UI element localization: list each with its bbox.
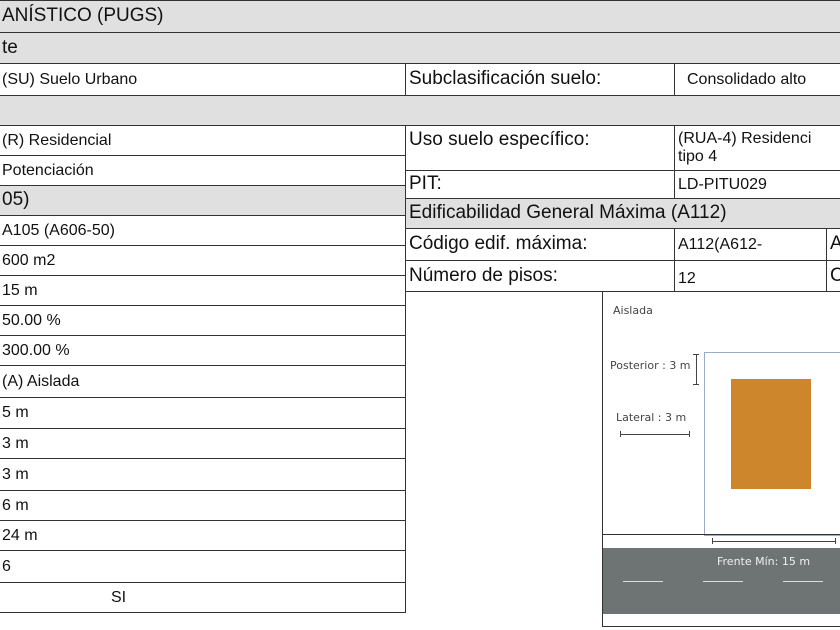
parameter-value: 3 m	[0, 458, 406, 491]
frente-dimension-icon	[712, 538, 836, 544]
lateral-label: Lateral : 3 m	[616, 411, 687, 424]
uso-especifico-value: (RUA-4) Residenci	[678, 130, 812, 148]
pisos-label: Número de pisos:	[405, 260, 675, 292]
parameter-value: 5 m	[0, 397, 406, 429]
parameter-value: 15 m	[0, 275, 406, 306]
lateral-dimension-icon	[620, 431, 690, 437]
parameter-value: (A) Aislada	[0, 365, 406, 398]
subclasificacion-value: Consolidado alto	[674, 63, 840, 96]
parameter-value: 3 m	[0, 428, 406, 459]
parameter-value: A105 (A606-50)	[0, 215, 406, 246]
pit-label: PIT:	[405, 170, 675, 199]
uso-especifico-value-2: tipo 4	[678, 148, 718, 165]
road: Frente Mín: 15 m	[603, 548, 840, 614]
parameter-value: 24 m	[0, 520, 406, 551]
uso-general: (R) Residencial	[0, 125, 406, 156]
road-marking	[623, 581, 663, 582]
subsection-title: te	[0, 32, 840, 64]
clasificacion-value: (SU) Suelo Urbano	[0, 63, 406, 96]
forma-header: 05)	[0, 185, 406, 216]
building-footprint	[731, 379, 811, 489]
subclasificacion-label: Subclasificación suelo:	[405, 63, 675, 96]
pisos-extra: C	[826, 260, 840, 292]
codigo-label: Código edif. máxima:	[405, 228, 675, 261]
tratamiento: Potenciación	[0, 155, 406, 186]
parameter-value: 600 m2	[0, 245, 406, 276]
gray-separator	[0, 95, 840, 126]
section-title: ANÍSTICO (PUGS)	[0, 0, 840, 33]
parameter-value: 50.00 %	[0, 305, 406, 336]
edificabilidad-header: Edificabilidad General Máxima (A112)	[405, 198, 840, 229]
uso-especifico-label: Uso suelo específico:	[405, 125, 675, 171]
parameter-value: 6	[0, 550, 406, 583]
diagram-title: Aislada	[613, 304, 653, 317]
pit-value: LD-PITU029	[674, 170, 840, 199]
si-value: SI	[0, 582, 406, 613]
parameter-value: 6 m	[0, 490, 406, 521]
pisos-value: 12	[674, 260, 827, 292]
road-marking	[783, 581, 823, 582]
parameter-value: 300.00 %	[0, 335, 406, 366]
posterior-label: Posterior : 3 m	[610, 359, 691, 372]
posterior-dimension-icon	[693, 354, 699, 385]
road-marking	[703, 581, 743, 582]
codigo-extra: A	[826, 228, 840, 261]
codigo-value: A112(A612-	[674, 228, 827, 261]
frente-label: Frente Mín: 15 m	[717, 555, 811, 568]
building-diagram: Aislada Posterior : 3 m Lateral : 3 m Fr…	[602, 291, 840, 627]
lot-front-line	[603, 534, 840, 535]
